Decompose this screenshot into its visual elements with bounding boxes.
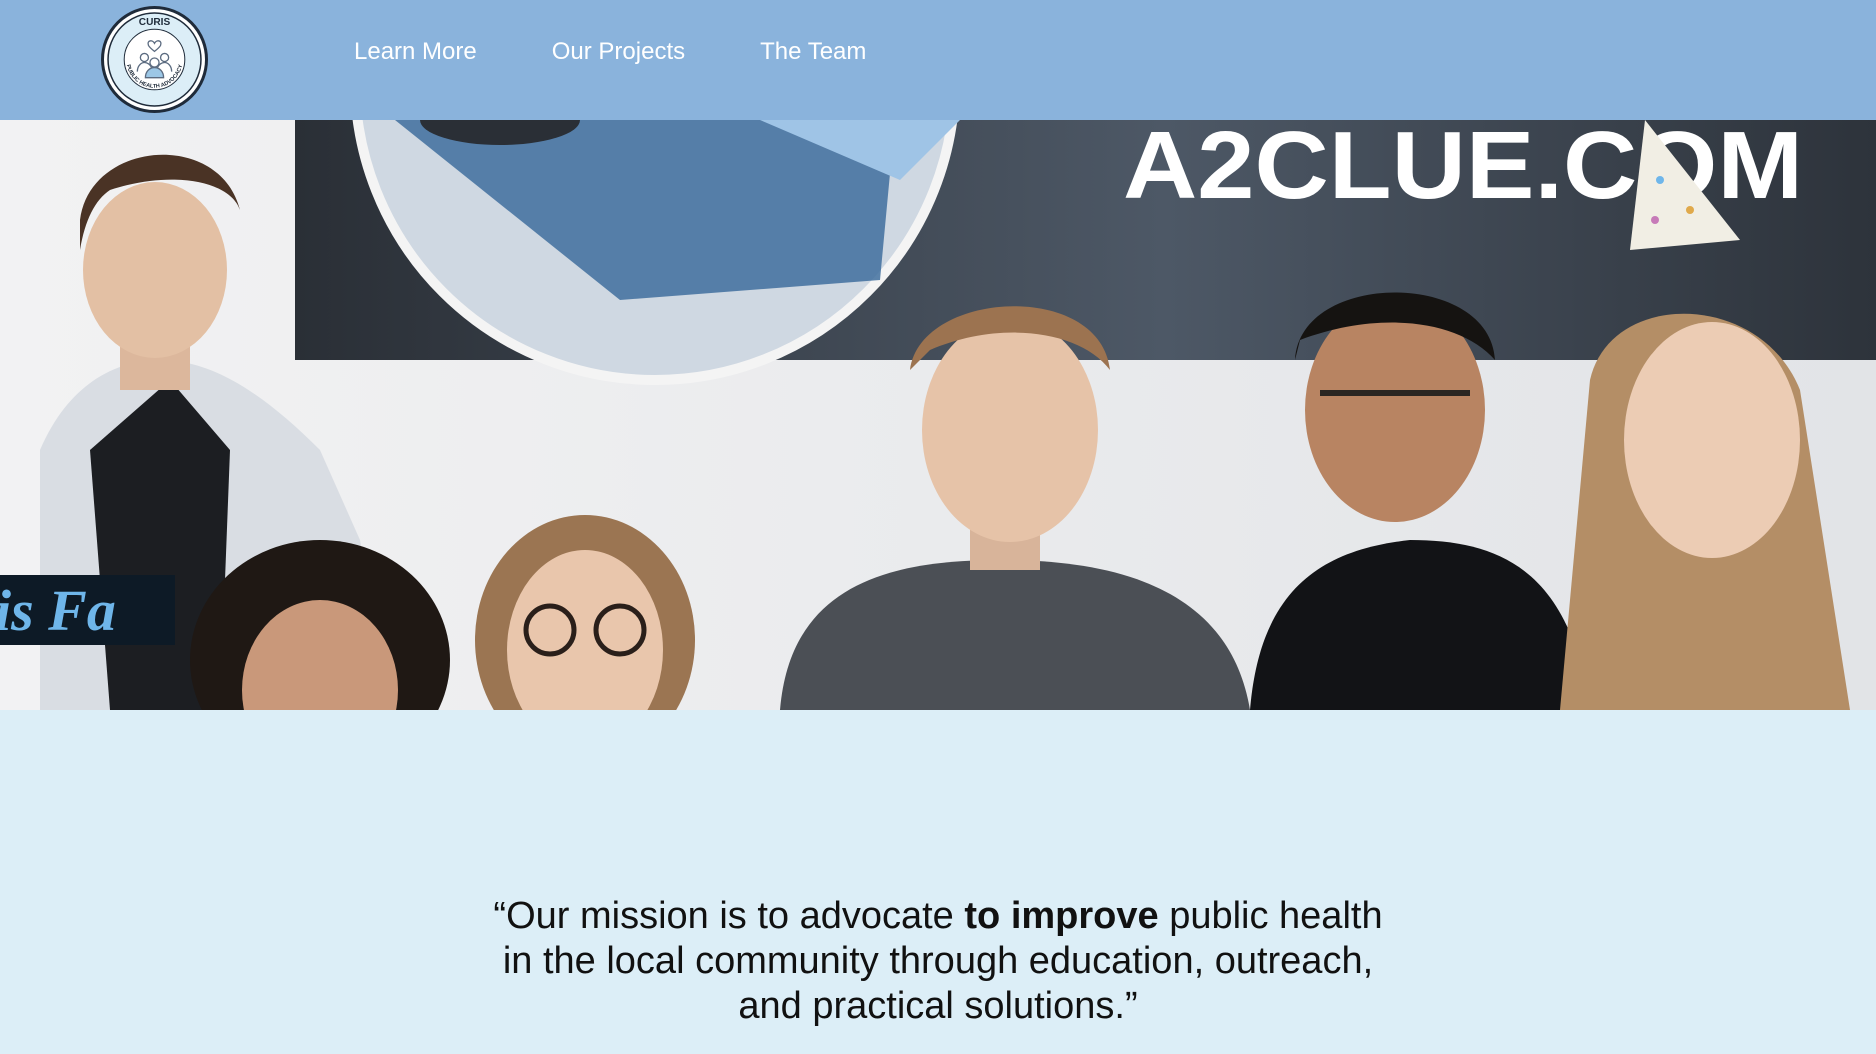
mission-line-1: “Our mission is to advocate to improve p… — [493, 895, 1383, 937]
hero-team-photo: A2CLUE.COM is Fa — [0, 120, 1876, 710]
mission-statement: “Our mission is to advocate to improve p… — [0, 894, 1876, 1029]
nav-the-team[interactable]: The Team — [760, 38, 866, 66]
mission-emphasis: to improve — [964, 895, 1159, 937]
nav-learn-more[interactable]: Learn More — [354, 38, 477, 66]
nav-our-projects[interactable]: Our Projects — [552, 38, 685, 66]
logo-emblem: CURIS PUBLIC HEALTH ADVOCACY — [107, 12, 202, 107]
held-sign-text: is Fa — [0, 578, 116, 643]
curis-logo[interactable]: CURIS PUBLIC HEALTH ADVOCACY — [101, 6, 208, 113]
mission-line-3: and practical solutions.” — [738, 985, 1138, 1027]
team-photo: A2CLUE.COM is Fa — [0, 120, 1876, 710]
held-sign: is Fa — [0, 575, 175, 645]
logo-top-text: CURIS — [139, 17, 171, 28]
main-nav: Learn More Our Projects The Team — [354, 38, 941, 66]
mission-line-2: in the local community through education… — [502, 940, 1374, 982]
site-header: CURIS PUBLIC HEALTH ADVOCACY Learn More … — [0, 0, 1876, 120]
